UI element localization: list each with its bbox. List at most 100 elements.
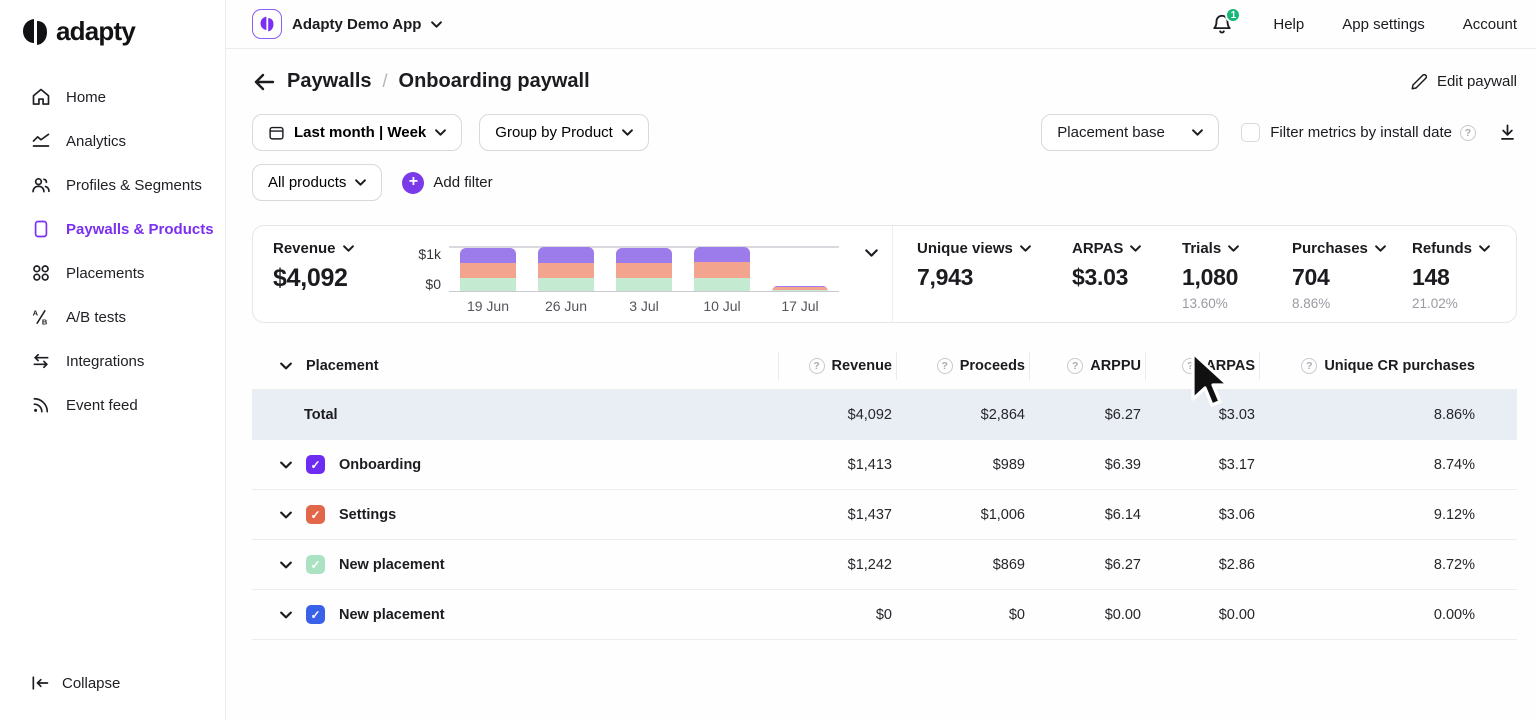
sidebar-item-integrations[interactable]: Integrations — [0, 339, 225, 383]
topbar-right: 1 Help App settings Account — [1211, 12, 1517, 36]
help-link[interactable]: Help — [1273, 16, 1304, 33]
chart-collapse-chevron[interactable] — [865, 244, 878, 322]
x-tick-label: 26 Jun — [527, 298, 605, 314]
column-label: Revenue — [832, 358, 892, 374]
chevron-down-icon — [622, 129, 633, 136]
sidebar-item-analytics[interactable]: Analytics — [0, 119, 225, 163]
total-arppu: $6.27 — [1029, 407, 1145, 423]
revenue-metric-selector[interactable]: Revenue — [273, 240, 403, 257]
svg-text:A: A — [33, 308, 39, 317]
metric-selector[interactable]: Unique views — [917, 240, 1072, 257]
help-circle-icon[interactable] — [1182, 358, 1198, 374]
total-revenue: $4,092 — [778, 407, 896, 423]
chevron-down-icon — [355, 179, 366, 186]
plus-icon — [402, 172, 424, 194]
metric-selector[interactable]: Purchases — [1292, 240, 1412, 257]
metric-label: Purchases — [1292, 240, 1368, 257]
filters-row-2: All products Add filter — [252, 164, 1517, 201]
help-circle-icon[interactable] — [937, 358, 953, 374]
total-label: Total — [252, 407, 778, 423]
bar-19-jun — [449, 246, 527, 291]
download-icon[interactable] — [1498, 123, 1517, 142]
summary-card: Revenue $4,092 $1k $0 — [252, 225, 1517, 323]
metric-sub-value: 13.60% — [1182, 296, 1292, 311]
chevron-down-icon[interactable] — [280, 362, 292, 370]
cell-revenue: $1,242 — [778, 557, 896, 573]
column-header-arppu[interactable]: ARPPU — [1029, 352, 1145, 380]
sidebar-nav: Home Analytics Profiles & Segments Paywa… — [0, 75, 225, 427]
help-circle-icon[interactable] — [1067, 358, 1083, 374]
column-header-proceeds[interactable]: Proceeds — [896, 352, 1029, 380]
edit-paywall-button[interactable]: Edit paywall — [1410, 73, 1517, 91]
placement-base-select[interactable]: Placement base — [1041, 114, 1219, 151]
column-header-arpas[interactable]: ARPAS — [1145, 352, 1259, 380]
column-header-revenue[interactable]: Revenue — [778, 352, 896, 380]
chevron-down-icon[interactable] — [280, 461, 292, 469]
account-link[interactable]: Account — [1463, 16, 1517, 33]
filters-row-1: Last month | Week Group by Product Place… — [252, 114, 1517, 151]
chevron-down-icon[interactable] — [280, 611, 292, 619]
placement-name[interactable]: Onboarding — [339, 457, 421, 473]
all-products-button[interactable]: All products — [252, 164, 382, 201]
placement-name[interactable]: New placement — [339, 607, 445, 623]
cell-arpas: $2.86 — [1145, 557, 1259, 573]
sidebar-item-placements[interactable]: Placements — [0, 251, 225, 295]
group-by-button[interactable]: Group by Product — [479, 114, 649, 151]
row-checkbox[interactable] — [306, 605, 325, 624]
table-row: Onboarding $1,413 $989 $6.39 $3.17 8.74% — [252, 440, 1517, 490]
sidebar-item-profiles-segments[interactable]: Profiles & Segments — [0, 163, 225, 207]
cell-arppu: $6.27 — [1029, 557, 1145, 573]
x-tick-label: 19 Jun — [449, 298, 527, 314]
metric-selector[interactable]: Refunds — [1412, 240, 1490, 257]
notification-badge: 1 — [1225, 7, 1241, 23]
collapse-icon — [30, 674, 50, 692]
date-range-button[interactable]: Last month | Week — [252, 114, 462, 151]
chevron-down-icon[interactable] — [280, 561, 292, 569]
metric-selector[interactable]: ARPAS — [1072, 240, 1182, 257]
column-header-unique-cr[interactable]: Unique CR purchases — [1259, 352, 1479, 380]
event-feed-icon — [30, 394, 52, 416]
sidebar-collapse-button[interactable]: Collapse — [0, 674, 225, 720]
metric-selector[interactable]: Trials — [1182, 240, 1292, 257]
metric-label: ARPAS — [1072, 240, 1123, 257]
cell-arppu: $6.39 — [1029, 457, 1145, 473]
table-header: Placement Revenue Proceeds ARPPU ARPAS U… — [252, 342, 1517, 390]
install-date-checkbox[interactable] — [1241, 123, 1260, 142]
cell-revenue: $0 — [778, 607, 896, 623]
back-arrow-icon[interactable] — [252, 72, 276, 92]
placement-name[interactable]: Settings — [339, 507, 396, 523]
breadcrumb-separator: / — [383, 71, 388, 92]
sidebar-item-event-feed[interactable]: Event feed — [0, 383, 225, 427]
chevron-down-icon[interactable] — [280, 511, 292, 519]
placements-grid-icon — [30, 262, 52, 284]
help-circle-icon[interactable] — [1460, 125, 1476, 141]
row-checkbox[interactable] — [306, 505, 325, 524]
row-placement-cell: Settings — [252, 505, 778, 524]
adapty-logo-icon — [22, 18, 48, 46]
add-filter-button[interactable]: Add filter — [402, 172, 492, 194]
main-area: Adapty Demo App 1 Help App settings Acco… — [226, 0, 1536, 720]
placement-name[interactable]: New placement — [339, 557, 445, 573]
profiles-icon — [30, 174, 52, 196]
notifications-button[interactable]: 1 — [1211, 12, 1235, 36]
chevron-down-icon — [1020, 245, 1031, 252]
help-circle-icon[interactable] — [809, 358, 825, 374]
sidebar-item-label: Event feed — [66, 397, 138, 414]
sidebar-item-home[interactable]: Home — [0, 75, 225, 119]
edit-paywall-label: Edit paywall — [1437, 73, 1517, 90]
sidebar-item-paywalls-products[interactable]: Paywalls & Products — [0, 207, 225, 251]
app-selector[interactable]: Adapty Demo App — [252, 9, 442, 39]
revenue-summary: Revenue $4,092 — [273, 240, 403, 322]
sidebar-item-ab-tests[interactable]: AB A/B tests — [0, 295, 225, 339]
help-circle-icon[interactable] — [1301, 358, 1317, 374]
row-checkbox[interactable] — [306, 455, 325, 474]
cell-arpas: $3.17 — [1145, 457, 1259, 473]
breadcrumb-paywalls[interactable]: Paywalls — [287, 70, 372, 93]
metric-label: Trials — [1182, 240, 1221, 257]
bar-10-jul — [683, 246, 761, 291]
app-settings-link[interactable]: App settings — [1342, 16, 1425, 33]
cell-revenue: $1,437 — [778, 507, 896, 523]
row-checkbox[interactable] — [306, 555, 325, 574]
metric-refunds: Refunds 148 21.02% — [1412, 240, 1490, 322]
y-tick-bottom: $0 — [407, 276, 441, 292]
